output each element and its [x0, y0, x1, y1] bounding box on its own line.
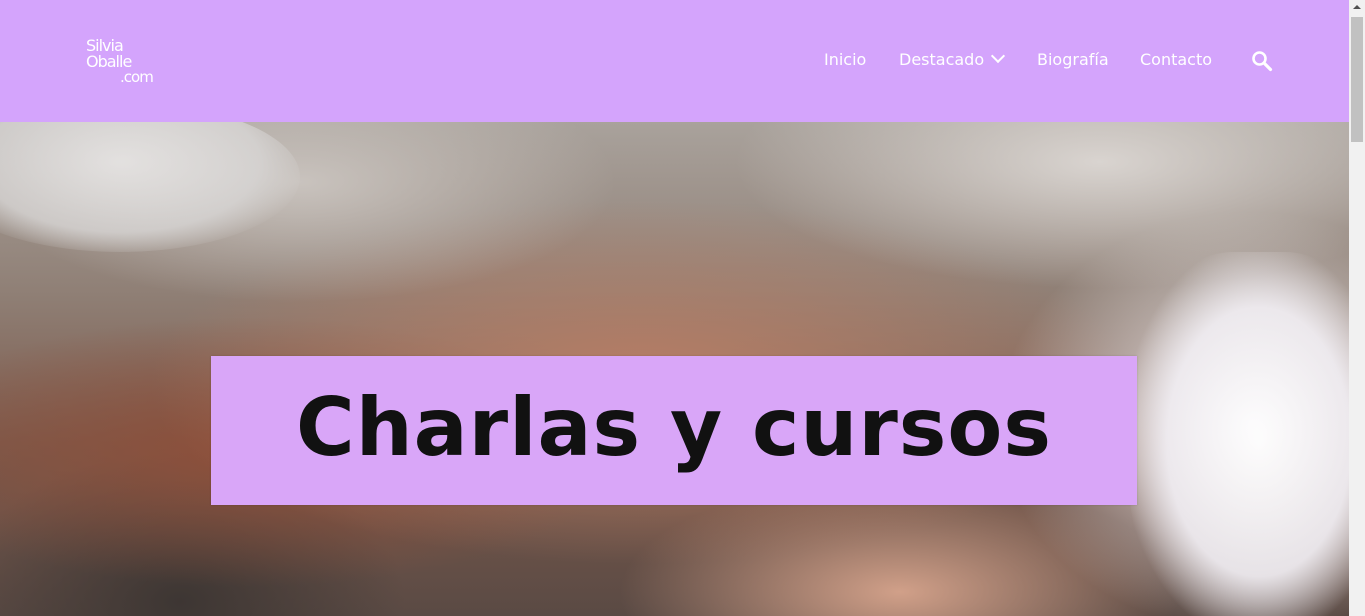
scroll-up-arrow-icon[interactable]: [1353, 5, 1361, 9]
hero-paper-shape: [1129, 252, 1349, 616]
search-icon[interactable]: [1251, 50, 1273, 72]
nav-item-inicio[interactable]: Inicio: [824, 48, 866, 72]
nav-item-biografia[interactable]: Biografía: [1037, 48, 1109, 72]
chevron-down-icon[interactable]: [991, 48, 1006, 64]
nav-item-destacado[interactable]: Destacado: [899, 48, 1006, 72]
main-nav: Inicio Destacado Biografía Contacto: [0, 48, 1349, 74]
hero-video[interactable]: Charlas y cursos: [0, 122, 1349, 616]
page: Silvia Oballe .com Inicio Destacado Biog…: [0, 0, 1365, 616]
vertical-scrollbar[interactable]: [1349, 0, 1365, 616]
hero-banner-text: Charlas y cursos: [296, 381, 1052, 474]
site-header: Silvia Oballe .com Inicio Destacado Biog…: [0, 0, 1349, 122]
hero-banner: Charlas y cursos: [211, 356, 1137, 505]
nav-item-destacado-label: Destacado: [899, 50, 985, 69]
nav-item-contacto[interactable]: Contacto: [1140, 48, 1212, 72]
scrollbar-thumb[interactable]: [1351, 17, 1363, 142]
